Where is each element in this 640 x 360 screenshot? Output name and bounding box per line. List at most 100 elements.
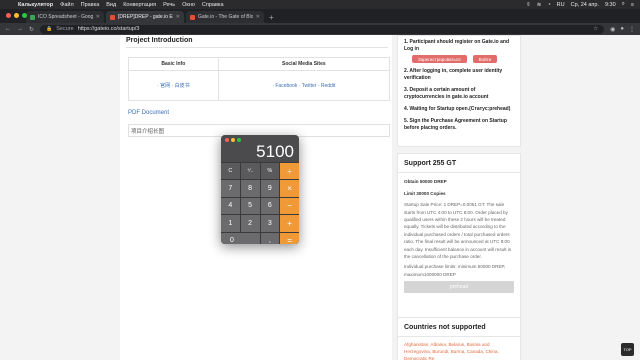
notification-center-icon[interactable]: ≡ xyxy=(631,2,634,8)
back-icon[interactable]: ← xyxy=(5,26,11,32)
obtain-amount: Obtain 50000 DREP xyxy=(404,179,447,185)
profile-icon[interactable]: ● xyxy=(620,26,624,33)
chrome-menu-icon[interactable]: ⋮ xyxy=(629,26,635,33)
lock-icon[interactable]: 🔒 xyxy=(46,26,52,32)
multiply-key[interactable]: × xyxy=(280,180,299,197)
tab-close-icon[interactable]: ✕ xyxy=(96,14,100,20)
tab-label: ICO Spreadsheet - Google Tab xyxy=(38,14,93,20)
limit-copies: Limit 30000 Copies xyxy=(404,190,446,196)
pdf-document-link[interactable]: PDF Document xyxy=(128,110,169,116)
address-toolbar: ← → ↻ 🔒 Secure https://gateio.co/startup… xyxy=(0,23,640,35)
browser-window-controls xyxy=(6,13,27,18)
digit-9-key[interactable]: 9 xyxy=(260,180,280,197)
calculator-keypad: C ⁺∕₋% ÷ 7 8 9 × 4 5 6− 1 2 3 +0, = xyxy=(221,162,299,244)
tab-label: [DREP]DREP - gate.io Exchange xyxy=(118,14,173,20)
menu-edit[interactable]: Правка xyxy=(81,2,100,8)
menu-convert[interactable]: Конвертация xyxy=(123,2,156,8)
countries-title: Countries not supported xyxy=(404,324,486,331)
calculator-window[interactable]: 5100 C ⁺∕₋% ÷ 7 8 9 × 4 5 6− 1 2 3 +0, = xyxy=(221,135,299,244)
tab-close-icon[interactable]: ✕ xyxy=(256,14,260,20)
menubar-clock[interactable]: 9:30 xyxy=(605,2,616,8)
clear-key[interactable]: C xyxy=(221,163,240,180)
step-item: 4. Waiting for Startup open.(Статус:preh… xyxy=(404,106,511,112)
zoom-window-icon[interactable] xyxy=(22,13,27,18)
spotlight-icon[interactable]: ⌕ xyxy=(622,1,625,8)
tab-ico-spreadsheet[interactable]: ICO Spreadsheet - Google Tab ✕ xyxy=(26,11,104,23)
divider xyxy=(398,336,520,337)
calculator-window-controls xyxy=(225,138,241,142)
menu-bar: Калькулятор Файл Правка Вид Конвертация … xyxy=(0,0,640,9)
digit-2-key[interactable]: 2 xyxy=(240,215,260,232)
scroll-top-button[interactable]: TOP xyxy=(621,343,634,356)
step-item: 5. Sign the Purchase Agreement on Startu… xyxy=(404,118,507,131)
menu-help[interactable]: Справка xyxy=(202,2,224,8)
tab-close-icon[interactable]: ✕ xyxy=(176,14,180,20)
digit-1-key[interactable]: 1 xyxy=(221,215,240,232)
sale-description: Startup Sale Price: 1 DREP=0.0051 GT. Th… xyxy=(404,202,512,260)
auth-buttons: Зарегистрироваться Войти xyxy=(412,55,514,63)
login-button[interactable]: Войти xyxy=(472,55,498,63)
zoom-window-icon[interactable] xyxy=(237,138,241,142)
address-bar[interactable]: 🔒 Secure https://gateio.co/startup/3 ☆ xyxy=(40,24,605,34)
support-title: Support 255 GT xyxy=(404,160,457,167)
forward-icon[interactable]: → xyxy=(17,26,23,32)
secure-label: Secure xyxy=(56,26,74,32)
basic-info-links[interactable]: · 官网 · 白皮书 xyxy=(128,70,219,101)
url-text[interactable]: https://gateio.co/startup/3 xyxy=(78,26,140,32)
digit-7-key[interactable]: 7 xyxy=(221,180,240,197)
status-upload-icon[interactable]: ⇧ xyxy=(526,2,531,8)
divider xyxy=(126,47,388,48)
countries-list[interactable]: Afghanistan, Albania, Belarus, Bosnia an… xyxy=(404,341,514,360)
divider xyxy=(398,172,520,174)
step-item: 2. After logging in, complete user ident… xyxy=(404,68,503,81)
scroll-top-label: TOP xyxy=(623,347,632,352)
close-window-icon[interactable] xyxy=(225,138,229,142)
subtract-key[interactable]: − xyxy=(280,197,299,215)
extension-icon[interactable]: ◉ xyxy=(610,26,615,33)
menu-app-name[interactable]: Калькулятор xyxy=(18,2,53,8)
digit-6-key[interactable]: 6 xyxy=(260,197,280,215)
wifi-icon[interactable]: ≋ xyxy=(537,2,542,8)
digit-3-key[interactable]: 3 xyxy=(260,215,280,232)
menubar-date[interactable]: Ср, 24 апр. xyxy=(571,2,599,8)
tab-drep-exchange[interactable]: [DREP]DREP - gate.io Exchange ✕ xyxy=(106,11,184,23)
reload-icon[interactable]: ↻ xyxy=(29,26,34,33)
social-media-links[interactable]: · Facebook · Twitter · Reddit xyxy=(217,70,391,101)
sign-toggle-key[interactable]: ⁺∕₋ xyxy=(240,163,260,180)
decimal-key[interactable]: , xyxy=(260,232,280,244)
tab-gateio-home[interactable]: Gate.io - The Gate of Blockchain ✕ xyxy=(186,11,264,23)
menu-file[interactable]: Файл xyxy=(60,2,74,8)
new-tab-icon[interactable]: + xyxy=(269,13,274,22)
minimize-window-icon[interactable] xyxy=(14,13,19,18)
sheets-favicon-icon xyxy=(30,14,35,20)
digit-4-key[interactable]: 4 xyxy=(221,197,240,215)
digit-5-key[interactable]: 5 xyxy=(240,197,260,215)
minimize-window-icon[interactable] xyxy=(231,138,235,142)
menu-speech[interactable]: Речь xyxy=(163,2,175,8)
browser-tab-bar: ICO Spreadsheet - Google Tab ✕ [DREP]DRE… xyxy=(0,9,640,23)
purchase-limits: Individual purchase limits: minimum 5000… xyxy=(404,264,506,277)
close-window-icon[interactable] xyxy=(6,13,11,18)
equals-key[interactable]: = xyxy=(280,232,299,244)
divide-key[interactable]: ÷ xyxy=(280,163,299,180)
gateio-favicon-icon xyxy=(190,14,195,20)
battery-icon[interactable]: ◔ xyxy=(547,2,550,8)
input-language[interactable]: RU xyxy=(557,2,565,8)
digit-8-key[interactable]: 8 xyxy=(240,180,260,197)
participation-steps-card: 1. Participant should register on Gate.i… xyxy=(397,35,521,147)
sidebar: 1. Participant should register on Gate.i… xyxy=(397,35,521,360)
percent-key[interactable]: % xyxy=(260,163,280,180)
bookmark-star-icon[interactable]: ☆ xyxy=(593,26,598,32)
digit-0-key[interactable]: 0 xyxy=(221,232,260,244)
step-item: 3. Deposit a certain amount of cryptocur… xyxy=(404,87,489,100)
project-info-table: Basic Info Social Media Sites · 官网 · 白皮书… xyxy=(128,57,391,101)
prehead-button[interactable]: prehead xyxy=(404,281,514,294)
menu-view[interactable]: Вид xyxy=(106,2,116,8)
register-button[interactable]: Зарегистрироваться xyxy=(412,55,467,63)
menu-window[interactable]: Окно xyxy=(182,2,195,8)
page-title: Project Introduction xyxy=(126,37,193,44)
add-key[interactable]: + xyxy=(280,215,299,232)
tab-label: Gate.io - The Gate of Blockchain xyxy=(198,14,253,20)
image-alt-text: 项目介绍长图 xyxy=(131,129,165,135)
table-header-social-media: Social Media Sites xyxy=(217,57,391,71)
